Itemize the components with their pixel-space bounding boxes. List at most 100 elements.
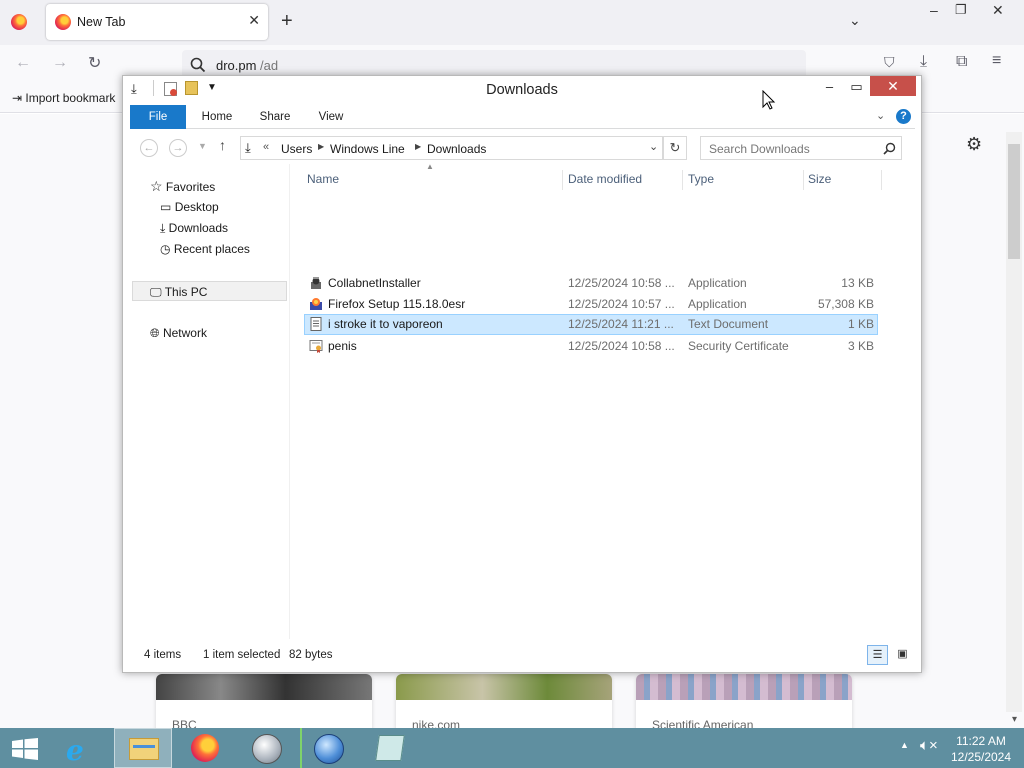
nav-label: This PC <box>164 285 208 299</box>
nav-recent-places[interactable]: ◷ Recent places <box>160 239 250 259</box>
large-icons-view-icon[interactable]: ▣ <box>892 645 913 665</box>
clock[interactable]: 11:22 AM 12/25/2024 <box>948 733 1014 765</box>
back-icon[interactable]: ← <box>15 54 31 72</box>
refresh-icon[interactable]: ↻ <box>663 136 687 160</box>
explorer-title-bar[interactable]: ⤓ ▼ Downloads – ▭ ✕ <box>123 76 921 104</box>
tab-share[interactable]: Share <box>250 105 300 129</box>
import-bookmarks-item[interactable]: ⇥ Import bookmark <box>12 91 115 105</box>
close-button[interactable]: ✕ <box>870 76 916 96</box>
column-separator[interactable] <box>881 170 882 190</box>
list-tabs-button[interactable]: ⌄ <box>849 12 861 29</box>
topsite-card-nike[interactable]: nike.com <box>396 674 612 734</box>
forward-button[interactable]: → <box>169 139 187 157</box>
taskbar-file-explorer[interactable] <box>114 728 172 768</box>
taskbar-internet-explorer[interactable]: e <box>52 728 110 768</box>
file-type: Application <box>688 276 747 290</box>
topsite-card-scientific-american[interactable]: Scientific American <box>636 674 852 734</box>
column-header-type[interactable]: Type <box>688 172 714 186</box>
tab-new-tab[interactable]: New Tab ✕ <box>46 4 268 40</box>
extensions-icon[interactable]: ⧉ <box>956 53 967 71</box>
address-dropdown-icon[interactable]: ⌄ <box>649 140 658 153</box>
page-scrollbar[interactable] <box>1006 132 1022 712</box>
ribbon-tabs: File Home Share View ⌄ ? <box>130 105 915 129</box>
breadcrumb-separator-icon[interactable]: ▶ <box>415 142 421 151</box>
help-icon[interactable]: ? <box>896 109 911 124</box>
column-separator[interactable] <box>562 170 563 190</box>
browser-close-button[interactable]: ✕ <box>992 2 1004 19</box>
column-header-name[interactable]: Name <box>307 172 339 186</box>
column-header-date[interactable]: Date modified <box>568 172 642 186</box>
pocket-icon[interactable]: ⛉ <box>884 54 895 71</box>
nav-desktop[interactable]: ▭ Desktop <box>160 197 219 217</box>
selection-count: 1 item selected <box>203 649 281 661</box>
volume-muted-icon[interactable]: 🔈︎× <box>920 737 938 754</box>
downloads-icon[interactable]: ⤓ <box>920 53 927 71</box>
browser-restore-button[interactable]: ❐ <box>955 2 967 18</box>
nav-downloads[interactable]: ⤓ Downloads <box>160 218 228 238</box>
forward-icon[interactable]: → <box>52 54 68 72</box>
recent-locations-icon[interactable]: ▼ <box>198 141 207 151</box>
gear-icon[interactable]: ⚙ <box>966 134 982 155</box>
firefox-icon <box>191 734 219 762</box>
window-title: Downloads <box>486 82 558 98</box>
topsite-thumbnail <box>156 674 372 700</box>
nav-favorites[interactable]: ☆ Favorites <box>150 176 215 196</box>
nav-label: Network <box>162 326 207 340</box>
nav-network[interactable]: 🌐︎ Network <box>150 323 207 343</box>
breadcrumb-downloads[interactable]: Downloads <box>427 142 486 156</box>
firefox-menu-icon[interactable] <box>11 14 27 30</box>
desktop-icon: ▭ <box>160 200 172 214</box>
selection-size: 82 bytes <box>289 649 333 661</box>
close-tab-icon[interactable]: ✕ <box>248 12 260 29</box>
tab-home[interactable]: Home <box>192 105 242 129</box>
column-separator[interactable] <box>682 170 683 190</box>
show-hidden-icons[interactable]: ▲ <box>900 740 909 750</box>
browser-tab-bar: New Tab ✕ + ⌄ – ❐ ✕ <box>0 0 1024 45</box>
column-separator[interactable] <box>803 170 804 190</box>
reload-icon[interactable]: ↻ <box>88 53 101 73</box>
topsite-card-bbc[interactable]: BBC <box>156 674 372 734</box>
scroll-down-icon[interactable]: ▾ <box>1012 714 1017 725</box>
taskbar-notepad[interactable] <box>362 728 420 768</box>
back-button[interactable]: ← <box>140 139 158 157</box>
file-row[interactable]: penis 12/25/2024 10:58 ... Security Cert… <box>304 336 878 357</box>
up-button[interactable]: ↑ <box>219 137 226 153</box>
file-date: 12/25/2024 10:58 ... <box>568 339 675 353</box>
taskbar-app[interactable] <box>238 728 296 768</box>
taskbar: e ▲ 🔈︎× 11:22 AM 12/25/2024 <box>0 728 1024 768</box>
address-bar[interactable]: ⤓ « Users ▶ Windows Line ▶ Downloads ⌄ <box>240 136 663 160</box>
breadcrumb-windows-line[interactable]: Windows Line <box>330 142 405 156</box>
downloads-location-icon: ⤓ <box>245 140 251 155</box>
file-date: 12/25/2024 10:57 ... <box>568 297 675 311</box>
windows-logo-icon <box>12 738 38 760</box>
column-header-size[interactable]: Size <box>808 172 831 186</box>
start-button[interactable] <box>0 728 50 768</box>
status-bar: 4 items 1 item selected 82 bytes ☰ ▣ <box>130 643 915 667</box>
breadcrumb-users[interactable]: Users <box>281 142 312 156</box>
breadcrumb-overflow[interactable]: « <box>263 141 269 153</box>
notepad-icon <box>375 735 405 761</box>
scrollbar-thumb[interactable] <box>1008 144 1020 259</box>
breadcrumb-separator-icon[interactable]: ▶ <box>318 142 324 151</box>
tab-view[interactable]: View <box>306 105 356 129</box>
nav-this-pc[interactable]: 🖵 This PC <box>132 281 287 301</box>
star-icon: ☆ <box>150 178 163 194</box>
file-row[interactable]: CollabnetInstaller 12/25/2024 10:58 ... … <box>304 273 878 294</box>
clock-time: 11:22 AM <box>956 734 1006 748</box>
certificate-icon <box>309 340 323 353</box>
taskbar-globe-app[interactable] <box>300 728 358 768</box>
taskbar-firefox[interactable] <box>176 728 234 768</box>
tab-file[interactable]: File <box>130 105 186 129</box>
details-view-icon[interactable]: ☰ <box>867 645 888 665</box>
navigation-pane: ☆ Favorites ▭ Desktop ⤓ Downloads ◷ Rece… <box>130 164 290 639</box>
file-row-selected[interactable]: i stroke it to vaporeon 12/25/2024 11:21… <box>304 314 878 335</box>
expand-ribbon-icon[interactable]: ⌄ <box>876 109 885 122</box>
browser-minimize-button[interactable]: – <box>930 2 938 18</box>
new-tab-button[interactable]: + <box>281 10 293 33</box>
globe-icon <box>314 734 344 764</box>
search-downloads-input[interactable]: Search Downloads <box>700 136 902 160</box>
app-menu-icon[interactable]: ≡ <box>992 52 1001 70</box>
search-icon[interactable] <box>883 142 896 155</box>
explorer-window: ⤓ ▼ Downloads – ▭ ✕ File Home Share View… <box>122 75 922 673</box>
file-row[interactable]: Firefox Setup 115.18.0esr 12/25/2024 10:… <box>304 294 878 315</box>
